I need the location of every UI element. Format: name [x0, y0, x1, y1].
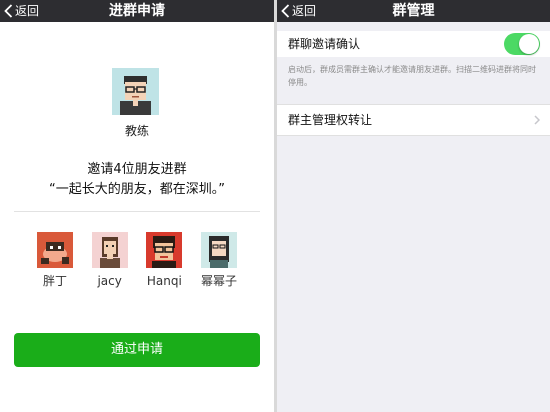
friend-name: jacy: [97, 274, 122, 288]
friend-item[interactable]: Hanqi: [139, 232, 189, 288]
chevron-left-icon: [4, 4, 13, 18]
page-title: 群管理: [392, 3, 435, 19]
navbar: 返回 进群申请: [0, 0, 274, 22]
friend-name: 胖丁: [42, 274, 67, 288]
group-name: “一起长大的朋友，都在深圳。”: [49, 182, 225, 197]
page-title: 进群申请: [109, 3, 165, 19]
group-management-screen: 返回 群管理 群聊邀请确认 启动后，群成员需群主确认才能邀请朋友进群。扫描二维码…: [277, 0, 550, 412]
applicant-avatar[interactable]: [112, 68, 159, 115]
divider: [14, 211, 260, 212]
invite-confirm-hint: 启动后，群成员需群主确认才能邀请朋友进群。扫描二维码进群将同时停用。: [288, 65, 536, 87]
back-label: 返回: [15, 4, 40, 18]
invite-text: 邀请4位朋友进群: [87, 162, 187, 177]
friend-item[interactable]: jacy: [85, 232, 135, 288]
chevron-left-icon: [281, 4, 290, 18]
transfer-ownership-label: 群主管理权转让: [288, 113, 373, 127]
friend-avatar: [146, 232, 183, 268]
back-button[interactable]: 返回: [281, 2, 316, 20]
chevron-right-icon: [534, 115, 540, 125]
friend-item[interactable]: 胖丁: [30, 232, 80, 288]
invite-confirm-label: 群聊邀请确认: [288, 37, 361, 51]
back-button[interactable]: 返回: [4, 2, 39, 20]
friend-item[interactable]: 幂幂子: [194, 232, 244, 288]
approve-request-button[interactable]: 通过申请: [14, 333, 260, 367]
friend-avatar: [37, 232, 73, 268]
toggle-knob: [519, 34, 539, 54]
join-request-screen: 返回 进群申请 教练 邀请4位朋友进群 “一起长大的朋友，都在深圳。” 胖丁 j…: [0, 0, 274, 412]
invite-confirm-row: 群聊邀请确认: [277, 31, 550, 57]
applicant-name: 教练: [124, 124, 149, 138]
transfer-ownership-row[interactable]: 群主管理权转让: [277, 104, 550, 136]
back-label: 返回: [292, 4, 317, 18]
invited-friends-list: 胖丁 jacy Hanqi 幂幂子: [30, 232, 244, 288]
friend-avatar: [91, 232, 128, 268]
invite-confirm-toggle[interactable]: [504, 33, 540, 55]
navbar: 返回 群管理: [277, 0, 550, 22]
friend-avatar: [200, 232, 237, 268]
friend-name: 幂幂子: [200, 274, 237, 288]
friend-name: Hanqi: [146, 274, 182, 288]
